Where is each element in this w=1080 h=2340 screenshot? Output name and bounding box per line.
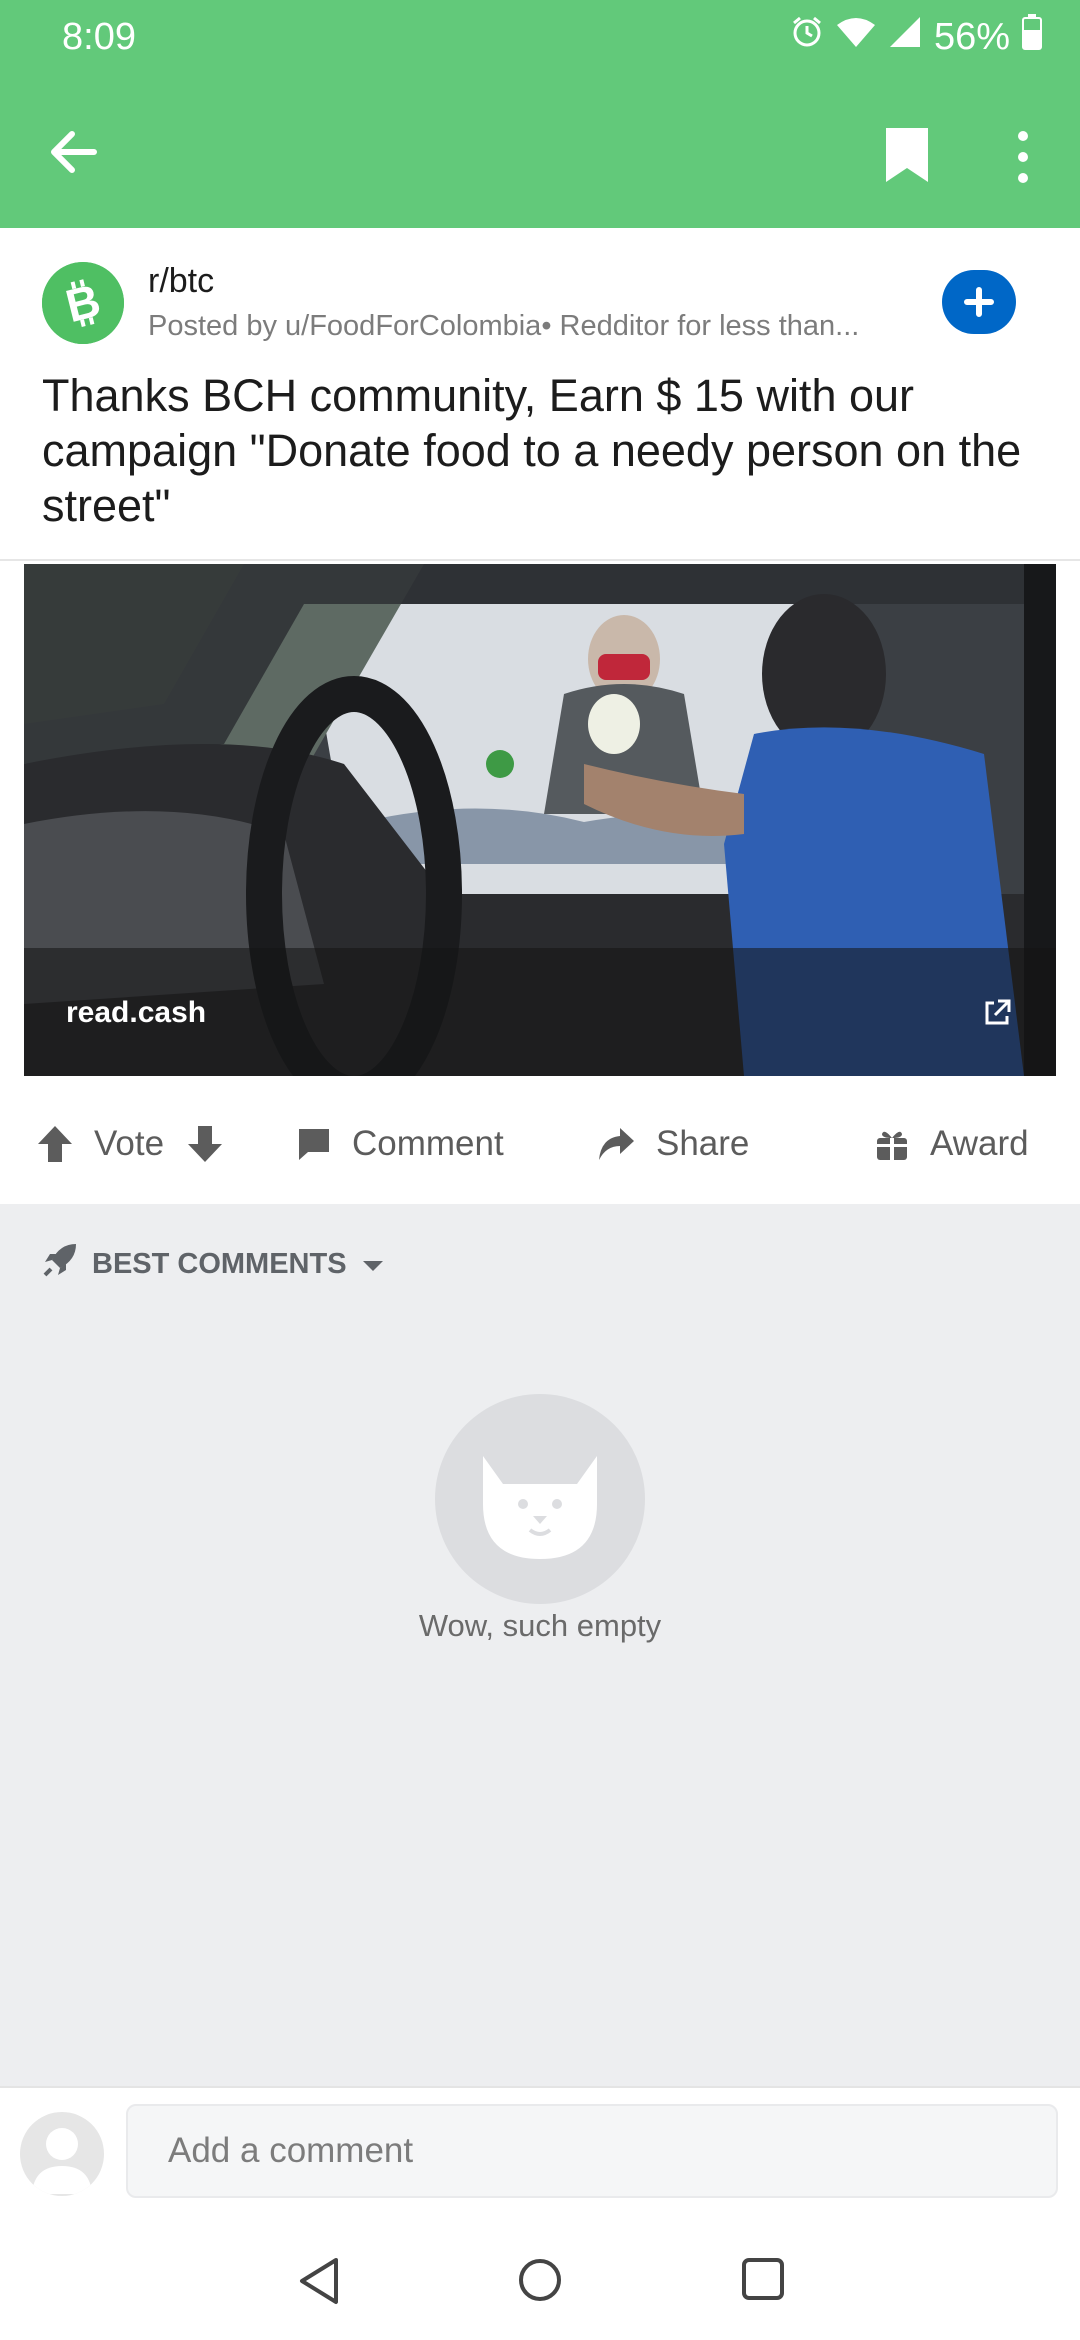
comment-composer: Add a comment (0, 2086, 1080, 2218)
vote-group: Vote (36, 1124, 224, 1164)
add-comment-input[interactable]: Add a comment (126, 2104, 1058, 2198)
status-bar: 8:09 56% (0, 0, 1080, 80)
gift-icon (874, 1126, 910, 1162)
post-header: B r/btc Posted by u/FoodForColombia• Red… (0, 228, 1080, 558)
award-button[interactable]: Award (874, 1124, 1029, 1164)
share-arrow-icon (596, 1126, 636, 1162)
empty-state-illustration (435, 1394, 645, 1604)
plus-icon (964, 287, 994, 317)
link-preview-image[interactable]: read.cash (24, 564, 1056, 1076)
alarm-icon (790, 15, 824, 59)
nav-back-icon[interactable] (296, 2256, 342, 2306)
wifi-icon (836, 16, 876, 59)
subreddit-name[interactable]: r/btc (148, 262, 214, 301)
system-nav-bar (0, 2218, 1080, 2340)
share-label: Share (656, 1124, 750, 1163)
status-icons: 56% (790, 14, 1042, 60)
link-preview[interactable]: read.cash (0, 559, 1080, 1082)
back-arrow-icon[interactable] (42, 120, 106, 184)
comment-bubble-icon (296, 1126, 332, 1162)
caret-down-icon (361, 1248, 385, 1281)
sort-label: BEST COMMENTS (92, 1247, 347, 1280)
join-subreddit-button[interactable] (942, 270, 1016, 334)
vote-label: Vote (94, 1124, 165, 1163)
upvote-arrow-icon[interactable] (36, 1124, 74, 1164)
user-icon (32, 2128, 92, 2194)
comments-section: BEST COMMENTS Wow, such empty (0, 1204, 1080, 2086)
share-button[interactable]: Share (596, 1124, 749, 1164)
more-vert-icon[interactable] (1004, 126, 1042, 188)
status-time: 8:09 (62, 16, 136, 58)
nav-home-icon[interactable] (516, 2256, 564, 2304)
cat-icon (483, 1456, 597, 1559)
rocket-icon (42, 1242, 78, 1286)
app-toolbar (0, 80, 1080, 228)
subreddit-icon[interactable]: B (42, 262, 124, 344)
battery-icon (1022, 14, 1042, 60)
comment-button[interactable]: Comment (296, 1124, 504, 1164)
post-title: Thanks BCH community, Earn $ 15 with our… (42, 370, 1022, 531)
comment-label: Comment (352, 1124, 504, 1163)
post-action-bar: Vote Comment Share Award (0, 1080, 1080, 1204)
post-author-line[interactable]: Posted by u/FoodForColombia• Redditor fo… (148, 310, 928, 343)
award-label: Award (930, 1124, 1029, 1163)
downvote-arrow-icon[interactable] (186, 1124, 224, 1164)
link-preview-caption-bar: read.cash (24, 948, 1056, 1076)
external-link-icon[interactable] (982, 998, 1012, 1028)
avatar[interactable] (20, 2112, 104, 2196)
bookmark-icon[interactable] (882, 124, 932, 186)
signal-icon (888, 15, 922, 59)
battery-percent: 56% (933, 15, 1010, 58)
link-domain: read.cash (66, 996, 207, 1029)
comment-sort-dropdown[interactable]: BEST COMMENTS (42, 1242, 385, 1286)
empty-state-text: Wow, such empty (418, 1608, 662, 1643)
nav-recents-icon[interactable] (740, 2256, 786, 2302)
